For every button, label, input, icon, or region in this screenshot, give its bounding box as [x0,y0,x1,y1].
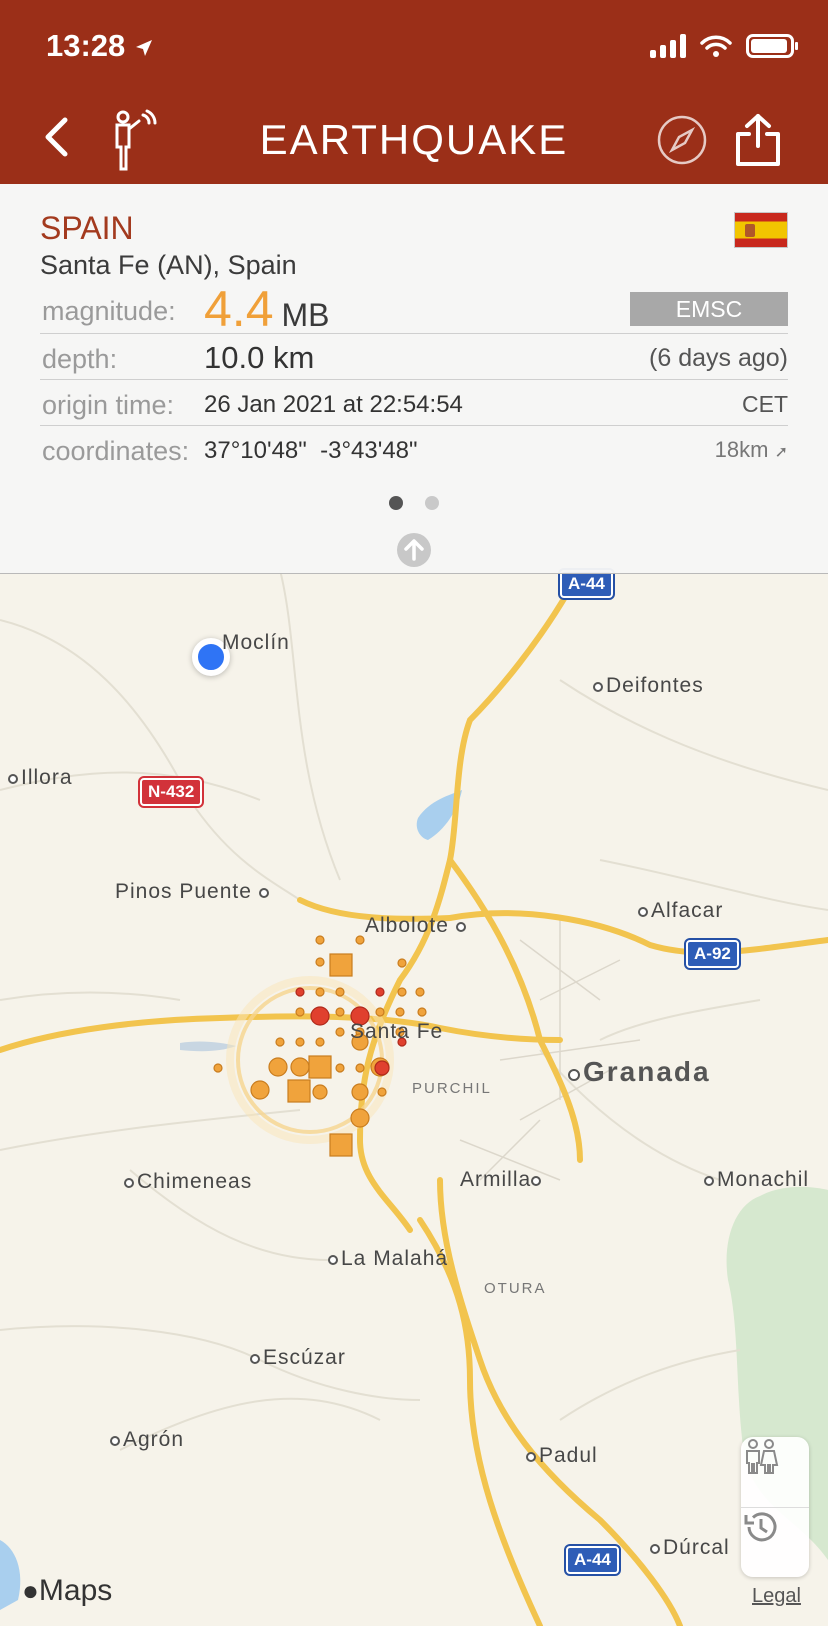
district-label: OTURA [484,1280,547,1297]
timezone: CET [742,391,788,417]
town-label: Escúzar [250,1346,346,1370]
history-icon [744,1512,777,1542]
distance: 18km ➚ [714,437,788,462]
town-label: Agrón [110,1428,184,1452]
app-header: 13:28 EARTHQUAKE [0,0,828,184]
origin-time-row: origin time: 26 Jan 2021 at 22:54:54 CET [40,380,788,426]
arrow-icon: ➚ [774,444,788,461]
collapse-panel-button[interactable] [397,533,431,567]
country-name: SPAIN [40,210,134,246]
status-indicators [650,34,798,58]
location-arrow-icon [135,39,152,56]
town-label: Deifontes [593,674,704,698]
apple-icon: ● [22,1575,39,1606]
maps-attribution: ●Maps [22,1574,113,1607]
magnitude-label: magnitude: [42,296,176,326]
district-label: PURCHIL [412,1080,492,1097]
quake-info-panel: SPAIN Santa Fe (AN), Spain magnitude: 4.… [0,184,828,574]
town-label: Padul [526,1444,598,1468]
wifi-icon [700,35,732,57]
people-icon [746,1439,779,1474]
depth-value: 10.0 km [204,340,315,375]
spain-flag-icon [734,212,788,248]
map-controls [741,1437,809,1577]
town-label: Dúrcal [650,1536,730,1560]
cellular-signal-icon [650,34,686,58]
compass-icon [657,115,707,165]
arrow-up-icon [404,539,424,561]
place-name: Santa Fe (AN), Spain [40,250,297,280]
road-shield: A-92 [686,940,739,968]
city-label: Granada [568,1056,711,1088]
town-label: Albolote [365,914,469,938]
history-button[interactable] [741,1507,809,1577]
town-label: Illora [8,766,73,790]
road-shield: A-44 [560,570,613,598]
town-label: Moclín [222,631,290,654]
road-shield: N-432 [140,778,203,806]
coordinates-value: 37°10'48" -3°43'48" [204,437,418,464]
status-time: 13:28 [46,28,154,64]
share-icon [736,114,780,166]
depth-label: depth: [42,344,118,374]
magnitude-row: magnitude: 4.4 MB EMSC [40,281,788,337]
battery-icon [746,34,798,58]
coordinates-label: coordinates: [42,436,190,466]
page-dot[interactable] [425,496,439,510]
depth-row: depth: 10.0 km (6 days ago) [40,334,788,380]
road-shield: A-44 [566,1546,619,1574]
magnitude-value: 4.4 MB [204,281,330,337]
town-label: Santa Fe [350,1020,444,1043]
people-filter-button[interactable] [741,1437,809,1507]
town-label: Chimeneas [124,1170,252,1194]
origin-time-label: origin time: [42,390,175,420]
share-button[interactable] [730,110,786,170]
compass-button[interactable] [656,114,708,166]
page-dot-active[interactable] [389,496,403,510]
town-label: Pinos Puente [115,880,272,904]
town-label: Armilla [460,1168,544,1192]
town-label: Alfacar [638,899,723,923]
legal-link[interactable]: Legal [752,1585,801,1608]
coordinates-row: coordinates: 37°10'48" -3°43'48" 18km ➚ [40,426,788,470]
town-label: La Malahá [328,1247,448,1271]
source-badge[interactable]: EMSC [630,292,788,326]
origin-time-value: 26 Jan 2021 at 22:54:54 [204,391,463,418]
town-label: Monachil [704,1168,809,1192]
page-indicator[interactable] [0,496,828,510]
event-age: (6 days ago) [649,344,788,372]
